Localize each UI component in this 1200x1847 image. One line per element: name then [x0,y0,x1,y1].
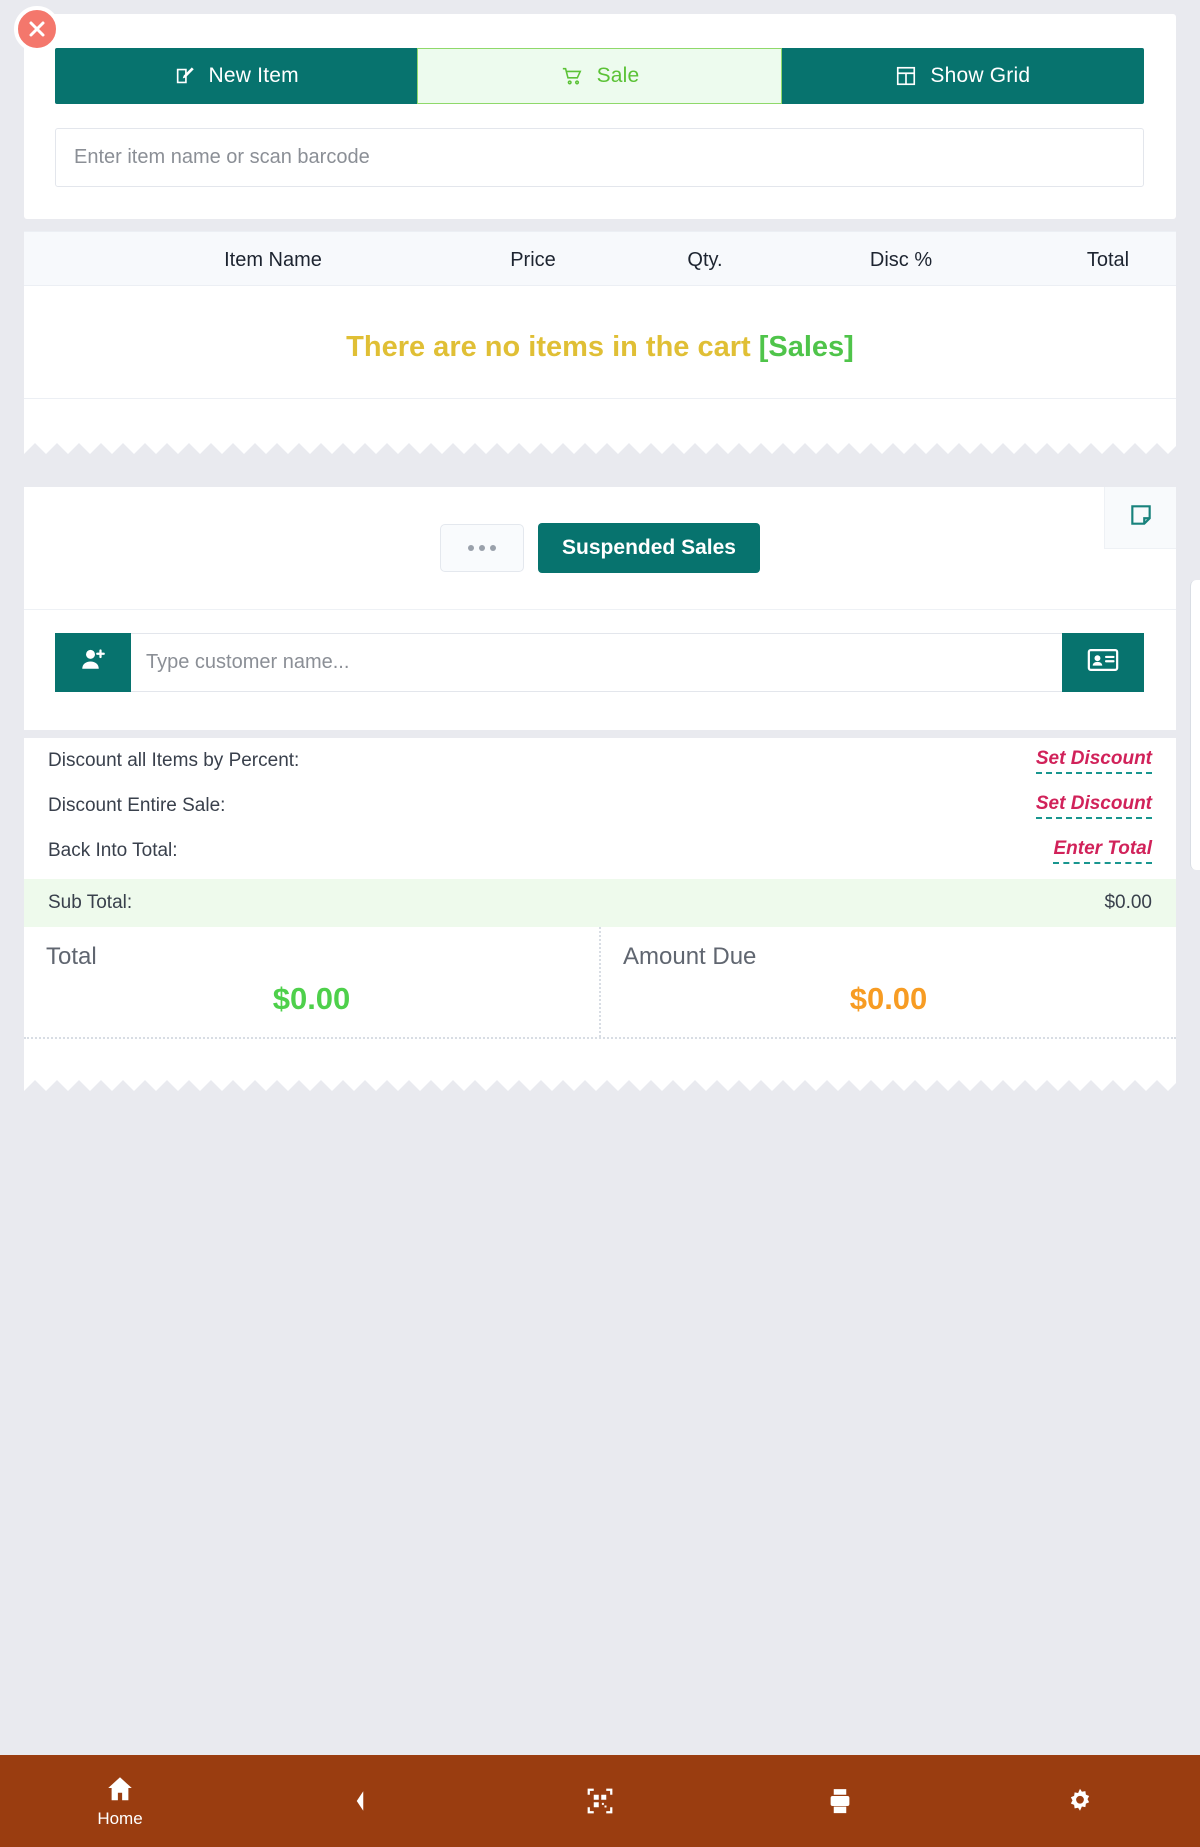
totals-panel: Discount all Items by Percent: Set Disco… [24,738,1176,1073]
tab-sale[interactable]: Sale [417,48,782,104]
close-icon [27,19,47,39]
nav-item-print[interactable] [720,1755,960,1847]
subtotal-row: Sub Total: $0.00 [24,879,1176,927]
nav-item-back[interactable] [240,1755,480,1847]
tab-show-grid-label: Show Grid [930,64,1031,87]
discount-row-percent: Discount all Items by Percent: Set Disco… [24,738,1176,783]
receipt-edge-bottom [24,1073,1176,1095]
cart-panel: Item Name Price Qty. Disc % Total There … [24,231,1176,436]
enter-total-link[interactable]: Enter Total [1053,838,1152,864]
vertical-scrollbar[interactable] [1190,580,1200,870]
bottom-navigation-bar: Home [0,1755,1200,1847]
home-icon [105,1774,135,1804]
suspended-sales-button[interactable]: Suspended Sales [538,523,760,573]
cart-column-item-name: Item Name [224,249,322,271]
nav-item-home-label: Home [97,1808,143,1828]
subtotal-value: $0.00 [1104,892,1152,913]
cart-empty-context: [Sales] [758,331,854,363]
amount-due-label: Amount Due [623,943,757,970]
nav-item-home[interactable]: Home [0,1755,240,1847]
printer-icon [825,1786,855,1816]
mode-tabs: New Item Sale Show Grid [55,48,1144,104]
suspended-sales-label: Suspended Sales [562,536,736,559]
cart-column-qty: Qty. [687,249,723,271]
total-value: $0.00 [272,981,351,1016]
ellipsis-icon [468,545,497,551]
nav-item-scan[interactable] [480,1755,720,1847]
close-window-button[interactable] [14,6,60,52]
amount-due-cell: Amount Due $0.00 [601,927,1176,1037]
cart-empty-text: There are no items in the cart [346,331,751,363]
cart-header-row: Item Name Price Qty. Disc % Total [24,231,1176,286]
back-chevron-icon [351,1788,369,1814]
receipt-edge-top [24,436,1176,458]
pencil-square-icon [174,65,196,87]
pos-sale-screen: New Item Sale Show Grid Enter item name … [0,0,1200,1847]
person-add-icon [78,645,108,680]
cart-column-total: Total [1086,249,1130,271]
cart-column-price: Price [510,249,556,271]
search-input[interactable]: Enter item name or scan barcode [55,128,1144,187]
id-card-icon [1087,646,1119,679]
shopping-cart-icon [560,65,584,87]
discount-percent-label: Discount all Items by Percent: [48,749,300,771]
cart-empty-message: There are no items in the cart [Sales] [24,331,1176,364]
amount-due-value: $0.00 [849,981,928,1016]
nav-item-settings[interactable] [960,1755,1200,1847]
customer-name-placeholder: Type customer name... [146,651,350,673]
actions-panel: Suspended Sales Type customer name... [24,487,1176,730]
discount-row-back-into-total: Back Into Total: Enter Total [24,828,1176,873]
sale-actions-row: Suspended Sales [24,487,1176,610]
discount-row-sale: Discount Entire Sale: Set Discount [24,783,1176,828]
cart-column-disc: Disc % [869,249,933,271]
total-label: Total [46,943,97,970]
add-customer-button[interactable] [55,633,131,692]
entry-panel: New Item Sale Show Grid Enter item name … [24,14,1176,219]
search-input-placeholder: Enter item name or scan barcode [74,146,370,168]
gear-icon [1065,1786,1095,1816]
qr-scan-icon [585,1786,615,1816]
tab-new-item-label: New Item [208,64,299,87]
customer-name-input[interactable]: Type customer name... [131,633,1062,692]
grand-totals-row: Total $0.00 Amount Due $0.00 [24,927,1176,1039]
grid-layout-icon [895,65,917,87]
back-into-total-label: Back Into Total: [48,839,178,861]
tab-show-grid[interactable]: Show Grid [781,48,1144,104]
set-discount-sale-link[interactable]: Set Discount [1035,793,1152,819]
cart-bottom-divider [24,398,1176,399]
set-discount-percent-link[interactable]: Set Discount [1035,748,1152,774]
more-options-button[interactable] [440,524,525,572]
customer-lookup-button[interactable] [1062,633,1144,692]
subtotal-label: Sub Total: [48,892,133,913]
total-cell: Total $0.00 [24,927,601,1037]
discount-sale-label: Discount Entire Sale: [48,794,226,816]
customer-row: Type customer name... [55,633,1144,692]
tab-sale-label: Sale [596,64,640,87]
tab-new-item[interactable]: New Item [55,48,418,104]
